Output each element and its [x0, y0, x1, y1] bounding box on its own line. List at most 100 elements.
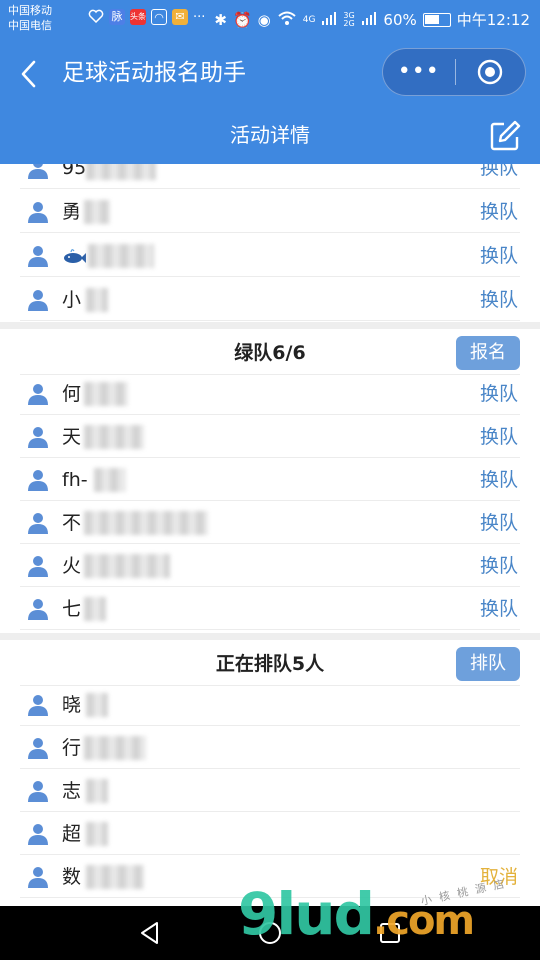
redacted-name: [84, 554, 170, 578]
switch-team-button[interactable]: 换队: [480, 553, 518, 579]
network-type-2: 3G 2G: [343, 10, 355, 28]
signup-button[interactable]: 报名: [456, 336, 520, 370]
bag-icon: ◠: [151, 9, 167, 25]
user-icon: [28, 513, 48, 534]
back-button[interactable]: [14, 56, 46, 92]
bluetooth-icon: ✱: [214, 10, 227, 29]
user-icon: [28, 695, 48, 716]
battery-icon: [422, 12, 451, 27]
redacted-name: [84, 736, 146, 760]
redacted-name: [84, 382, 128, 406]
user-icon: [28, 290, 48, 311]
carrier-2: 中国电信: [8, 19, 52, 32]
status-bar: 中国移动 中国电信 脉 头条 ◠ ✉ ··· ✱ ⏰ ◉ 4G 3G 2G 60…: [0, 0, 540, 38]
member-name: 小: [62, 289, 82, 311]
whale-emoji-icon: [64, 249, 86, 263]
back-triangle-icon[interactable]: [137, 920, 163, 946]
switch-team-button[interactable]: 换队: [480, 424, 518, 450]
switch-team-button[interactable]: 换队: [480, 467, 518, 493]
battery-level: [424, 14, 439, 24]
member-name: 志: [62, 780, 82, 802]
toutiao-icon: 头条: [130, 9, 146, 25]
user-icon: [28, 427, 48, 448]
list-item: 志: [20, 769, 520, 812]
activity-detail-list[interactable]: 95 换队 勇 换队 换队 小 换队 绿队6/6 报名 何 换队 天 换队 fh…: [0, 164, 540, 906]
close-miniprogram-button[interactable]: [456, 58, 526, 86]
member-name: 勇: [62, 201, 82, 223]
redacted-name: [86, 288, 108, 312]
wifi-icon: [277, 10, 297, 30]
member-name: 火: [62, 555, 82, 577]
list-item: 七 换队: [20, 587, 520, 630]
user-icon: [28, 867, 48, 888]
redacted-name: [86, 865, 144, 889]
member-name: 超: [62, 823, 82, 845]
redacted-name: [94, 468, 126, 492]
user-icon: [28, 738, 48, 759]
user-icon: [28, 246, 48, 267]
section-divider: [0, 322, 540, 329]
list-item: 95 换队: [20, 164, 520, 189]
signal-icon-2: [361, 11, 377, 29]
list-item: 小 换队: [20, 278, 520, 321]
user-icon: [28, 824, 48, 845]
green-team-header: 绿队6/6 报名: [20, 329, 520, 375]
edit-icon: [490, 120, 521, 151]
switch-team-button[interactable]: 换队: [480, 381, 518, 407]
user-icon: [28, 599, 48, 620]
network-type: 4G: [302, 14, 316, 25]
list-item: 行: [20, 726, 520, 769]
list-item: 天 换队: [20, 415, 520, 458]
switch-team-button[interactable]: 换队: [480, 164, 518, 181]
mail-icon: ✉: [172, 9, 188, 25]
edit-button[interactable]: [488, 119, 522, 153]
heart-rate-icon: [88, 9, 104, 25]
list-item: 超: [20, 812, 520, 855]
alarm-icon: ⏰: [232, 10, 252, 29]
switch-team-button[interactable]: 换队: [480, 199, 518, 225]
carrier-1: 中国移动: [8, 4, 52, 17]
redacted-name: [84, 200, 110, 224]
list-item: fh- 换队: [20, 458, 520, 501]
chevron-left-icon: [21, 60, 36, 88]
redacted-name: [86, 822, 108, 846]
user-icon: [28, 781, 48, 802]
member-name: 行: [62, 737, 82, 759]
watermark-main: 9lud: [238, 880, 375, 948]
list-item: 火 换队: [20, 544, 520, 587]
member-name: 何: [62, 383, 82, 405]
redacted-name: [86, 779, 108, 803]
redacted-name: [86, 164, 156, 180]
list-item: 不 换队: [20, 501, 520, 544]
redacted-name: [86, 693, 108, 717]
list-item: 换队: [20, 234, 520, 277]
member-name: 95: [62, 164, 87, 179]
queue-button[interactable]: 排队: [456, 647, 520, 681]
miniprogram-capsule: •••: [382, 48, 526, 96]
carrier-info: 中国移动 中国电信: [8, 3, 52, 33]
list-item: 晓: [20, 683, 520, 726]
eye-icon: ◉: [257, 10, 271, 29]
switch-team-button[interactable]: 换队: [480, 287, 518, 313]
redacted-name: [84, 425, 144, 449]
app-title: 足球活动报名助手: [62, 60, 246, 86]
member-name: 数: [62, 866, 82, 888]
user-icon: [28, 202, 48, 223]
redacted-name: [84, 511, 208, 535]
more-button[interactable]: •••: [383, 48, 455, 96]
queue-header: 正在排队5人 排队: [20, 640, 520, 686]
member-name: 晓: [62, 694, 82, 716]
user-icon: [28, 164, 48, 179]
page-title: 活动详情: [230, 123, 310, 147]
redacted-name: [88, 244, 154, 268]
list-item: 何 换队: [20, 372, 520, 415]
signal-icon-1: [321, 11, 337, 29]
member-name: 七: [62, 598, 82, 620]
switch-team-button[interactable]: 换队: [480, 243, 518, 269]
notification-icons: 脉 头条 ◠ ✉ ···: [88, 9, 205, 25]
switch-team-button[interactable]: 换队: [480, 510, 518, 536]
user-icon: [28, 384, 48, 405]
user-icon: [28, 556, 48, 577]
switch-team-button[interactable]: 换队: [480, 596, 518, 622]
clock: 中午12:12: [456, 11, 530, 29]
